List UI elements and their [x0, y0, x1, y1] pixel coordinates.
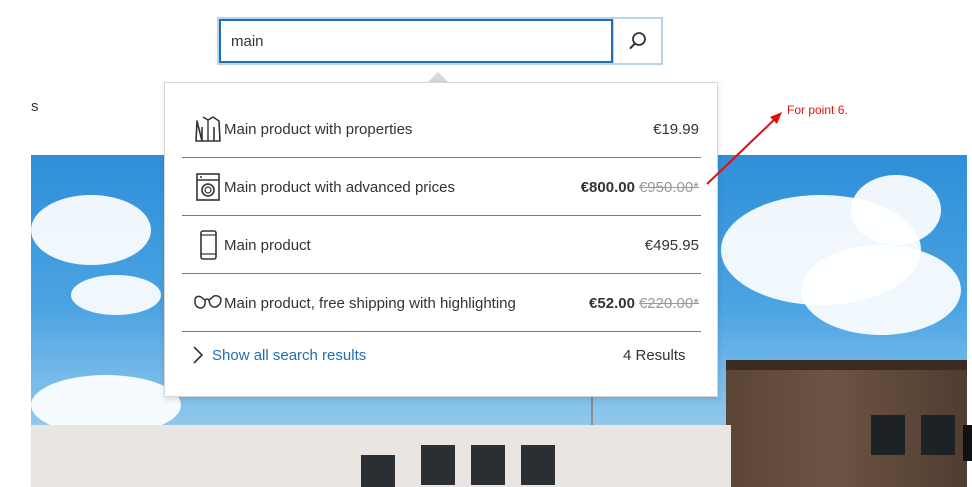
result-item[interactable]: Main product with properties €19.99	[182, 101, 701, 158]
search-input[interactable]	[219, 19, 613, 63]
results-count: 4 Results	[623, 347, 686, 364]
search-icon	[629, 32, 646, 49]
result-item[interactable]: Main product €495.95	[182, 217, 701, 274]
result-name: Main product with properties	[224, 120, 413, 138]
result-item[interactable]: Main product, free shipping with highlig…	[182, 275, 701, 332]
washing-machine-icon	[196, 173, 220, 201]
chevron-right-icon	[193, 346, 204, 364]
edge-element	[963, 425, 972, 461]
search-bar	[217, 17, 663, 65]
result-price: €495.95	[644, 236, 699, 254]
result-item[interactable]: Main product with advanced prices €800.0…	[182, 159, 701, 216]
result-old-price: €220.00*	[638, 294, 699, 312]
result-price: €52.00 €220.00*	[589, 294, 699, 312]
search-suggestions: Main product with properties €19.99 Main…	[164, 82, 718, 397]
result-old-price: €950.00*	[638, 178, 699, 196]
page-heading-fragment: s	[31, 98, 39, 115]
show-all-label: Show all search results	[212, 346, 367, 364]
dropdown-caret	[428, 72, 448, 82]
result-name: Main product	[224, 236, 311, 254]
result-name: Main product with advanced prices	[224, 178, 455, 196]
jacket-icon	[195, 116, 221, 142]
result-name: Main product, free shipping with highlig…	[224, 294, 516, 312]
annotation-note: For point 6.	[787, 103, 848, 117]
show-all-results-link[interactable]: Show all search results	[192, 345, 366, 365]
search-button[interactable]	[613, 19, 661, 63]
smartphone-icon	[200, 230, 217, 260]
result-price: €800.00 €950.00*	[580, 178, 699, 196]
sunglasses-icon	[194, 295, 222, 309]
result-price: €19.99	[653, 120, 699, 138]
